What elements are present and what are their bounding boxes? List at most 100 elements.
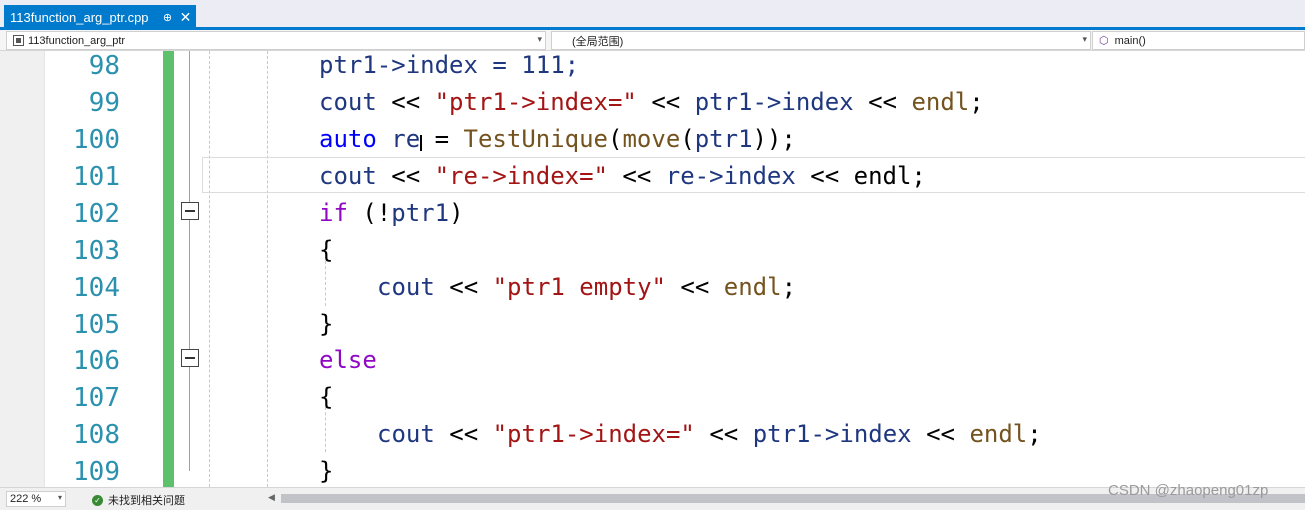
code-token: { <box>319 383 334 411</box>
code-token: << <box>376 88 435 116</box>
code-token: ; <box>969 88 984 116</box>
close-icon[interactable]: ✕ <box>179 9 193 26</box>
code-token: )); <box>752 125 796 153</box>
line-number: 101 <box>73 162 120 192</box>
code-token: if <box>319 199 348 227</box>
line-number: 107 <box>73 383 120 413</box>
code-text: auto re = TestUnique(move(ptr1)); <box>319 125 796 153</box>
code-token: endl <box>723 273 782 301</box>
code-line: 107 { <box>0 380 1305 417</box>
code-line: 98 ptr1->index = 111; <box>0 51 1305 85</box>
code-text: { <box>319 236 333 264</box>
code-line: 100 auto re = TestUnique(move(ptr1)); <box>0 122 1305 159</box>
code-token: "ptr1 empty" <box>492 273 666 301</box>
code-text: cout << "ptr1->index=" << ptr1->index <<… <box>319 88 984 116</box>
line-number: 105 <box>73 310 120 340</box>
code-line: 102 if (!ptr1) <box>0 196 1305 233</box>
code-text: { <box>319 383 333 411</box>
code-token: << <box>911 420 970 448</box>
code-token: << <box>694 420 753 448</box>
tab-title: 113function_arg_ptr.cpp <box>10 10 149 25</box>
mouse-text-cursor <box>420 135 422 151</box>
code-token: ptr1->index <box>752 420 912 448</box>
project-icon <box>13 35 24 46</box>
code-token: } <box>319 457 334 485</box>
watermark: CSDN @zhaopeng01zp <box>1108 482 1269 499</box>
code-token: cout <box>377 273 435 301</box>
zoom-level: 222 % <box>10 493 42 505</box>
document-tab[interactable]: 113function_arg_ptr.cpp ⊕ ✕ <box>4 5 196 30</box>
issues-indicator[interactable]: ✓ 未找到相关问题 <box>92 492 185 508</box>
code-line: 99 cout << "ptr1->index=" << ptr1->index… <box>0 85 1305 122</box>
line-number: 106 <box>73 346 120 376</box>
code-token: ( <box>680 125 695 153</box>
document-tab-strip: 113function_arg_ptr.cpp ⊕ ✕ <box>0 0 1305 30</box>
code-line: 101 cout << "re->index=" << re->index <<… <box>0 159 1305 196</box>
code-token: << <box>434 273 493 301</box>
code-line: 108 cout << "ptr1->index=" << ptr1->inde… <box>0 417 1305 454</box>
code-token: ) <box>449 199 464 227</box>
code-token: move <box>622 125 681 153</box>
code-token: << <box>665 273 724 301</box>
code-line: 103 { <box>0 233 1305 270</box>
code-token: (! <box>347 199 392 227</box>
code-token: cout <box>377 420 435 448</box>
code-token: ( <box>608 125 623 153</box>
code-token: ptr1->index = 111; <box>319 51 580 79</box>
code-line: 105 } <box>0 307 1305 344</box>
issues-text: 未找到相关问题 <box>108 495 185 507</box>
code-text: } <box>319 310 333 338</box>
code-token: cout <box>319 88 377 116</box>
code-token: endl <box>969 420 1028 448</box>
code-text: cout << "ptr1->index=" << ptr1->index <<… <box>377 420 1042 448</box>
code-line: 106 else <box>0 343 1305 380</box>
function-dropdown[interactable]: ⬡ main() <box>1092 31 1305 50</box>
line-number: 99 <box>88 88 120 118</box>
code-token: TestUnique <box>463 125 609 153</box>
chevron-down-icon: ▾ <box>537 34 542 44</box>
check-circle-icon: ✓ <box>92 494 103 506</box>
code-text: if (!ptr1) <box>319 199 464 227</box>
code-token: = <box>420 125 464 153</box>
code-text: cout << "re->index=" << re->index << end… <box>319 162 926 190</box>
code-token: ptr1 <box>391 199 450 227</box>
code-token: endl; <box>853 162 926 190</box>
line-number: 103 <box>73 236 120 266</box>
code-text: else <box>319 346 377 374</box>
code-token: else <box>319 346 377 374</box>
code-token: cout <box>319 162 377 190</box>
navigation-bar: 113function_arg_ptr ▾ (全局范围) ▾ ⬡ main() <box>0 30 1305 51</box>
code-token: << <box>607 162 666 190</box>
code-token: ptr1 <box>694 125 753 153</box>
line-number: 102 <box>73 199 120 229</box>
function-icon: ⬡ <box>1099 35 1109 47</box>
code-token: ; <box>781 273 797 301</box>
chevron-down-icon: ▾ <box>57 493 62 502</box>
code-token: { <box>319 236 334 264</box>
code-text: cout << "ptr1 empty" << endl; <box>377 273 796 301</box>
line-number: 98 <box>88 51 120 81</box>
line-number: 108 <box>73 420 120 450</box>
project-dropdown[interactable]: 113function_arg_ptr ▾ <box>6 31 546 50</box>
scroll-left-icon[interactable]: ◀ <box>268 492 275 503</box>
code-token: } <box>319 310 334 338</box>
code-token: "re->index=" <box>434 162 608 190</box>
function-name: main() <box>1114 34 1146 47</box>
code-token: << <box>434 420 493 448</box>
code-token: << <box>376 162 435 190</box>
pin-icon[interactable]: ⊕ <box>161 11 175 24</box>
code-line: 104 cout << "ptr1 empty" << endl; <box>0 270 1305 307</box>
line-number: 109 <box>73 457 120 487</box>
code-token: auto <box>319 125 377 153</box>
scope-dropdown[interactable]: (全局范围) ▾ <box>551 31 1091 50</box>
project-name: 113function_arg_ptr <box>28 34 126 47</box>
line-number: 104 <box>73 273 120 303</box>
chevron-down-icon: ▾ <box>1082 34 1087 44</box>
code-token: << <box>795 162 854 190</box>
line-number: 100 <box>73 125 120 155</box>
code-token: ptr1->index <box>694 88 854 116</box>
zoom-dropdown[interactable]: 222 % ▾ <box>6 491 66 507</box>
code-token: << <box>636 88 695 116</box>
code-text: } <box>319 457 333 485</box>
code-editor[interactable]: 98 ptr1->index = 111; 99 cout << "ptr1->… <box>0 51 1305 487</box>
